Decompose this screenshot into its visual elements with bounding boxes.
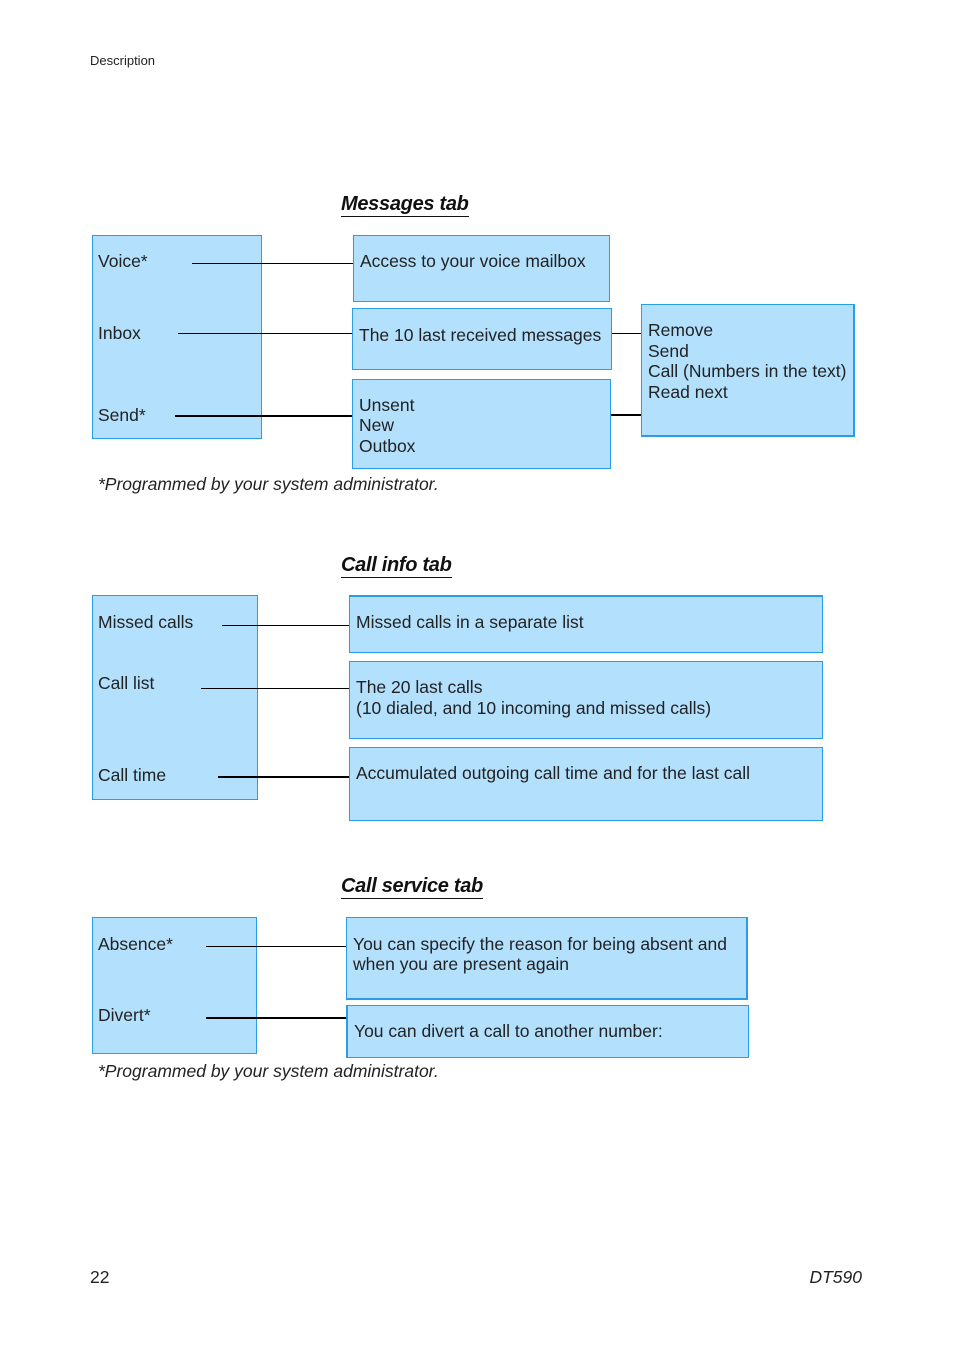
menu-item-absence: Absence* [98, 934, 173, 954]
product-name: DT590 [809, 1267, 862, 1287]
menu-item-inbox: Inbox [98, 323, 141, 343]
connector-inbox [178, 333, 353, 334]
missed-desc: Missed calls in a separate list [356, 612, 584, 632]
voice-desc-box: Access to your voice mailbox [353, 235, 610, 302]
page-number: 22 [90, 1267, 110, 1287]
call-time-desc-box: Accumulated outgoing call time and for t… [349, 747, 823, 821]
menu-item-divert: Divert* [98, 1005, 151, 1025]
divert-desc-box: You can divert a call to another number: [346, 1005, 749, 1058]
call-list-desc-box: The 20 last calls (10 dialed, and 10 inc… [349, 661, 823, 739]
connector-send [175, 415, 353, 417]
missed-desc-box: Missed calls in a separate list [349, 595, 823, 653]
action-call: Call (Numbers in the text) [648, 361, 847, 381]
send-option-outbox: Outbox [359, 436, 416, 456]
connector-call-list [201, 688, 349, 689]
connector-call-time [218, 776, 349, 778]
absence-desc-line2: when you are present again [353, 954, 569, 974]
connector-absence [206, 946, 346, 947]
action-remove: Remove [648, 320, 714, 340]
connector-send-actions [611, 414, 641, 416]
inbox-desc: The 10 last received messages [359, 325, 602, 345]
action-read-next: Read next [648, 382, 728, 402]
call-list-desc-line2: (10 dialed, and 10 incoming and missed c… [356, 698, 712, 718]
menu-item-missed-calls: Missed calls [98, 612, 194, 632]
voice-desc: Access to your voice mailbox [360, 251, 586, 271]
send-option-new: New [359, 415, 395, 435]
call-service-footnote: *Programmed by your system administrator… [98, 1061, 439, 1081]
menu-item-call-list: Call list [98, 673, 155, 693]
menu-item-voice: Voice* [98, 251, 148, 271]
menu-item-call-time: Call time [98, 765, 167, 785]
call-list-desc-line1: The 20 last calls [356, 677, 483, 697]
connector-divert [206, 1017, 346, 1019]
menu-item-send: Send* [98, 405, 146, 425]
running-header: Description [90, 53, 156, 68]
connector-voice [192, 263, 353, 264]
send-option-unsent: Unsent [359, 395, 415, 415]
call-service-tab-title: Call service tab [341, 875, 483, 899]
absence-desc-box: You can specify the reason for being abs… [346, 917, 748, 1000]
action-send: Send [648, 341, 689, 361]
inbox-desc-box: The 10 last received messages [352, 308, 612, 370]
absence-desc-line1: You can specify the reason for being abs… [353, 934, 727, 954]
message-actions-box: Remove Send Call (Numbers in the text) R… [641, 304, 855, 437]
messages-footnote: *Programmed by your system administrator… [98, 474, 439, 494]
call-info-tab-title: Call info tab [341, 554, 452, 578]
call-time-desc: Accumulated outgoing call time and for t… [356, 763, 750, 783]
connector-missed-calls [222, 625, 349, 626]
divert-desc: You can divert a call to another number: [354, 1021, 663, 1041]
send-options-box: Unsent New Outbox [352, 379, 611, 469]
messages-tab-title: Messages tab [341, 193, 469, 217]
connector-inbox-actions [612, 333, 641, 334]
